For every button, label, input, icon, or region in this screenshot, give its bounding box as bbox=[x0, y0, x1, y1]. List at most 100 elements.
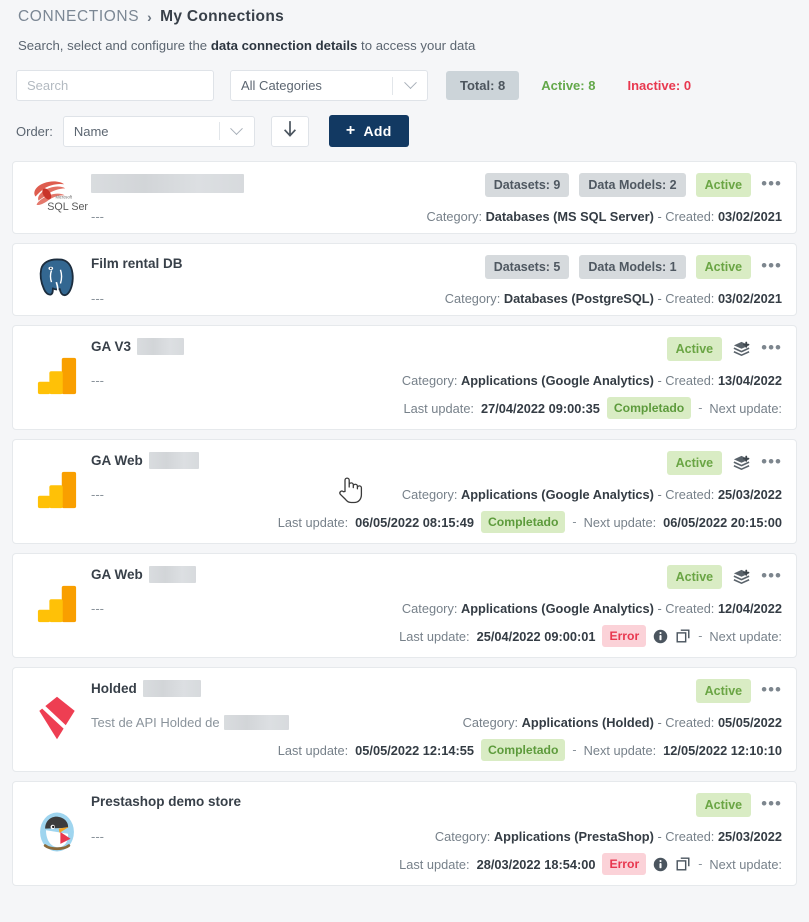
connection-card[interactable]: GA Web Active ••• --- Category: Applicat… bbox=[12, 439, 797, 544]
connection-title-wrap: Prestashop demo store bbox=[91, 791, 241, 809]
datasets-badge: Datasets: 9 bbox=[484, 173, 570, 197]
separator-dash: - bbox=[657, 829, 662, 844]
arrow-down-icon bbox=[283, 121, 297, 141]
category-value: Applications (Holded) bbox=[521, 715, 654, 730]
filter-bar: All Categories Total: 8 Active: 8 Inacti… bbox=[0, 70, 809, 101]
copy-icon[interactable] bbox=[675, 628, 691, 644]
copy-icon[interactable] bbox=[675, 856, 691, 872]
more-options-button[interactable]: ••• bbox=[761, 339, 782, 360]
redacted-title-suffix bbox=[137, 338, 185, 355]
run-status-badge: Completado bbox=[606, 397, 692, 419]
connection-title: GA V3 bbox=[91, 339, 132, 354]
connection-logo bbox=[23, 449, 91, 534]
svg-text:Microsoft: Microsoft bbox=[55, 195, 72, 200]
redacted-title-suffix bbox=[142, 680, 201, 697]
connection-title-wrap: Holded bbox=[91, 677, 201, 697]
update-row: Last update: 27/04/2022 09:00:35 Complet… bbox=[91, 397, 782, 419]
connection-card[interactable]: GA Web Active ••• --- Category: Applicat… bbox=[12, 553, 797, 658]
next-update-label: Next update: bbox=[709, 400, 782, 416]
order-select[interactable]: Name bbox=[62, 115, 255, 147]
add-dataset-stack-icon[interactable] bbox=[732, 454, 751, 473]
connection-card[interactable]: Film rental DB Datasets: 5 Data Models: 1… bbox=[12, 243, 797, 316]
status-badge: Active bbox=[695, 173, 752, 197]
update-row: Last update: 28/03/2022 18:54:00 Error -… bbox=[91, 853, 782, 875]
status-badge: Active bbox=[695, 793, 752, 817]
google-analytics-logo bbox=[35, 583, 79, 628]
connection-description-wrap: --- bbox=[91, 601, 104, 616]
more-options-button[interactable]: ••• bbox=[761, 681, 782, 702]
card-badges: Datasets: 9 Data Models: 2 Active ••• bbox=[484, 171, 782, 197]
run-status-badge: Completado bbox=[481, 739, 566, 761]
connection-logo: Microsoft SQL Server bbox=[23, 171, 103, 224]
sort-direction-button[interactable] bbox=[270, 115, 309, 147]
chevron-down-icon bbox=[220, 121, 254, 136]
run-status-badge: Error bbox=[602, 853, 647, 875]
created-label: Created: bbox=[665, 487, 715, 502]
separator-dash: - bbox=[657, 715, 662, 730]
category-value: Applications (Google Analytics) bbox=[460, 373, 654, 388]
run-status-badge: Completado bbox=[481, 511, 566, 533]
more-options-button[interactable]: ••• bbox=[761, 257, 782, 278]
created-label: Created: bbox=[665, 715, 715, 730]
search-input[interactable] bbox=[16, 70, 214, 101]
connection-card[interactable]: Prestashop demo store Active ••• --- Cate… bbox=[12, 781, 797, 886]
next-update-label: Next update: bbox=[583, 742, 657, 758]
category-value: Applications (PrestaShop) bbox=[493, 829, 654, 844]
last-update-label: Last update: bbox=[399, 856, 470, 872]
created-value: 03/02/2021 bbox=[717, 291, 782, 306]
category-label: Category: bbox=[401, 487, 458, 502]
connection-title-wrap: Film rental DB bbox=[91, 253, 183, 271]
add-dataset-stack-icon[interactable] bbox=[732, 568, 751, 587]
subtitle-bold: data connection details bbox=[210, 38, 358, 53]
last-update-label: Last update: bbox=[403, 400, 474, 416]
connection-title: Prestashop demo store bbox=[91, 794, 242, 809]
connection-description-wrap: Test de API Holded de bbox=[91, 715, 289, 730]
connection-title-wrap: GA Web bbox=[91, 563, 196, 583]
plus-icon: + bbox=[345, 122, 356, 139]
breadcrumb-root[interactable]: CONNECTIONS bbox=[18, 8, 139, 26]
connection-description-wrap: --- bbox=[91, 829, 104, 844]
page-subtitle: Search, select and configure the data co… bbox=[0, 26, 809, 53]
counters: Total: 8 Active: 8 Inactive: 0 bbox=[446, 71, 691, 100]
more-options-button[interactable]: ••• bbox=[761, 175, 782, 196]
info-icon[interactable] bbox=[653, 857, 668, 872]
last-update-label: Last update: bbox=[277, 514, 349, 530]
update-row: Last update: 05/05/2022 12:14:55 Complet… bbox=[91, 739, 782, 761]
prestashop-logo bbox=[35, 810, 79, 857]
card-badges: Active ••• bbox=[695, 677, 782, 703]
connection-meta: Category: Applications (Google Analytics… bbox=[402, 373, 782, 388]
connection-description-wrap: --- bbox=[91, 291, 104, 306]
more-options-button[interactable]: ••• bbox=[761, 453, 782, 474]
connection-title: GA Web bbox=[91, 453, 143, 468]
add-dataset-stack-icon[interactable] bbox=[732, 340, 751, 359]
status-badge: Active bbox=[666, 451, 723, 475]
created-label: Created: bbox=[665, 291, 715, 306]
category-value: Applications (Google Analytics) bbox=[460, 601, 654, 616]
connection-meta: Category: Applications (Google Analytics… bbox=[402, 601, 782, 616]
separator-dash: - bbox=[657, 373, 662, 388]
more-options-button[interactable]: ••• bbox=[761, 567, 782, 588]
created-label: Created: bbox=[665, 601, 715, 616]
connection-logo bbox=[23, 253, 91, 306]
connection-card[interactable]: Microsoft SQL Server Datasets: 9 Data Mod… bbox=[12, 161, 797, 234]
separator-dash: - bbox=[657, 487, 662, 502]
breadcrumb: CONNECTIONS › My Connections bbox=[0, 0, 809, 26]
connection-card[interactable]: Holded Active ••• Test de API Holded de C… bbox=[12, 667, 797, 772]
connection-description-wrap: --- bbox=[91, 209, 104, 224]
category-select[interactable]: All Categories bbox=[230, 70, 428, 101]
connection-card[interactable]: GA V3 Active ••• --- Category: Applicati… bbox=[12, 325, 797, 430]
category-select-value: All Categories bbox=[241, 78, 322, 93]
category-value: Databases (MS SQL Server) bbox=[485, 209, 654, 224]
order-bar: Order: Name + Add bbox=[0, 115, 809, 147]
separator-dash: - bbox=[698, 629, 703, 643]
active-count: Active: 8 bbox=[541, 78, 596, 93]
holded-logo bbox=[35, 695, 79, 744]
created-value: 05/05/2022 bbox=[717, 715, 782, 730]
separator-dash: - bbox=[657, 601, 662, 616]
add-connection-button[interactable]: + Add bbox=[328, 115, 409, 147]
next-update-label: Next update: bbox=[709, 628, 782, 644]
info-icon[interactable] bbox=[653, 629, 668, 644]
more-options-button[interactable]: ••• bbox=[761, 795, 782, 816]
postgresql-logo bbox=[35, 256, 79, 303]
separator-dash: - bbox=[698, 401, 703, 415]
